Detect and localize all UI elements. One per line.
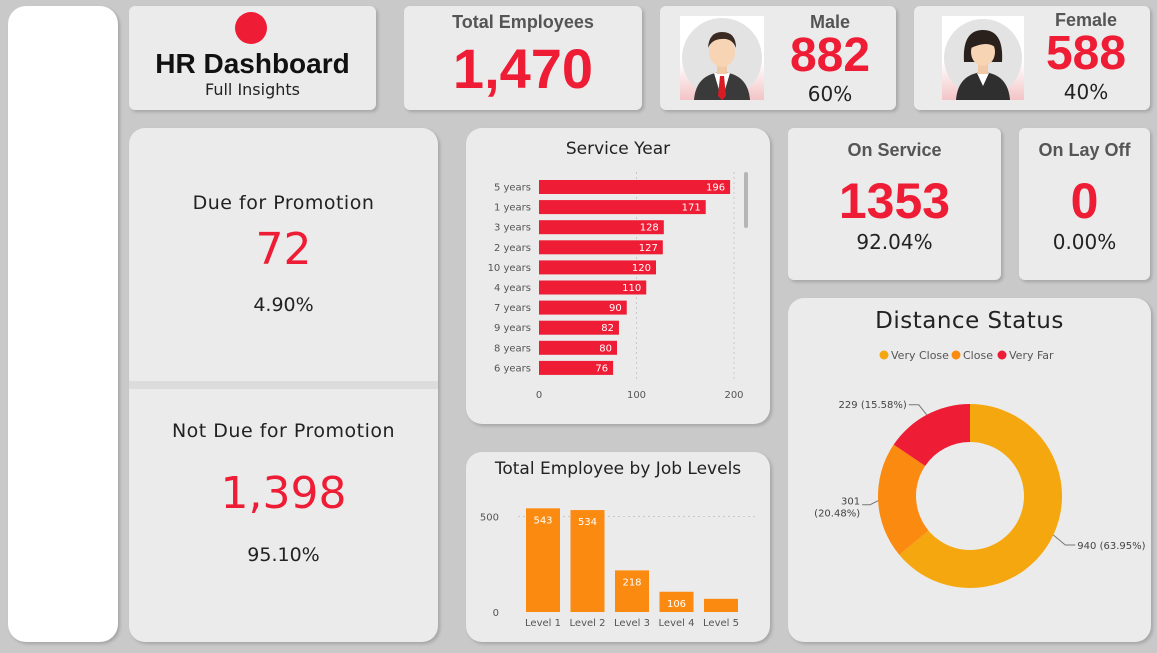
service-year-x-tick: 0 [536,390,542,401]
service-year-category-label: 3 years [494,223,531,234]
service-year-chart: 0 100 200 5 years 196 1 years 171 3 years 128 2 y… [488,172,744,401]
male-avatar-icon [680,16,764,100]
job-levels-category-label: Level 4 [659,618,695,629]
service-year-category-label: 8 years [494,343,531,354]
male-card: Male 882 60% [660,6,896,110]
left-panel [8,6,118,642]
distance-leader-line [862,500,879,506]
service-year-data-label: 76 [595,363,608,374]
service-year-data-label: 80 [599,343,612,354]
distance-slice-label: (20.48%) [814,509,860,520]
due-promotion-value: 72 [255,224,312,275]
service-year-data-label: 128 [640,223,659,234]
not-due-promotion-label: Not Due for Promotion [171,420,396,442]
service-year-category-label: 1 years [494,203,531,214]
title-card: HR Dashboard Full Insights [129,6,376,110]
job-levels-chart: 500 0 543 Level 1 534 Level 2 218 Level 3 106 Lev… [480,508,758,629]
service-year-category-label: 2 years [494,243,531,254]
distance-status-card: Distance Status Very Close Close Very Far 9… [788,298,1151,642]
on-layoff-pct: 0.00% [1052,230,1117,254]
not-due-promotion-value: 1,398 [220,468,347,519]
on-service-card: On Service 1353 92.04% [788,128,1001,280]
job-levels-category-label: Level 3 [614,618,650,629]
female-value: 588 [1045,27,1127,80]
distance-slice-label: 301 [841,497,860,508]
job-levels-data-label: 218 [622,577,641,588]
distance-leader-line [1052,534,1076,546]
distance-leader-line [908,404,928,416]
service-year-category-label: 4 years [494,283,531,294]
job-levels-data-label: 106 [667,599,686,610]
service-year-data-label: 127 [639,243,658,254]
on-service-value: 1353 [838,173,951,229]
due-promotion-label: Due for Promotion [192,192,375,214]
distance-legend-label[interactable]: Very Close [891,349,949,362]
distance-slice-label: 229 (15.58%) [839,400,907,411]
service-year-data-label: 90 [609,303,622,314]
distance-legend-label[interactable]: Close [963,349,993,362]
job-levels-data-label: 543 [533,515,552,526]
on-service-label: On Service [847,140,942,160]
job-levels-category-label: Level 1 [525,618,561,629]
distance-legend-marker [997,350,1007,360]
distance-slice-label: 940 (63.95%) [1077,541,1145,552]
service-year-x-tick: 100 [627,390,646,401]
job-levels-data-label: 534 [578,517,597,528]
dashboard-title: HR Dashboard [155,48,350,79]
distance-status-chart: Very Close Close Very Far 940 (63.95%) 301(2… [814,349,1146,588]
female-avatar-icon [942,16,1024,100]
on-layoff-card: On Lay Off 0 0.00% [1019,128,1150,280]
total-employees-card: Total Employees 1,470 [404,6,642,110]
total-employees-value: 1,470 [452,37,594,100]
not-due-promotion-pct: 95.10% [247,544,320,566]
dashboard-subtitle: Full Insights [205,80,300,99]
on-service-pct: 92.04% [856,230,933,254]
job-levels-y-tick: 0 [493,608,499,619]
service-year-data-label: 120 [632,263,651,274]
total-employees-label: Total Employees [452,12,594,32]
service-year-data-label: 110 [622,283,641,294]
female-pct: 40% [1063,80,1109,104]
service-year-category-label: 5 years [494,183,531,194]
service-year-data-label: 171 [682,203,701,214]
service-year-category-label: 6 years [494,363,531,374]
on-layoff-value: 0 [1070,173,1099,229]
service-year-category-label: 9 years [494,323,531,334]
service-year-x-tick: 200 [724,390,743,401]
due-promotion-pct: 4.90% [253,294,314,316]
service-year-data-label: 196 [706,183,725,194]
job-levels-category-label: Level 2 [570,618,606,629]
service-year-data-label: 82 [601,323,614,334]
job-levels-bar[interactable] [704,598,738,612]
job-levels-card: Total Employee by Job Levels 500 0 543 Leve… [466,452,770,642]
distance-legend-marker [951,350,961,360]
job-levels-y-tick: 500 [480,513,499,524]
on-layoff-label: On Lay Off [1038,140,1131,160]
female-card: Female 588 40% [914,6,1150,110]
service-year-bar[interactable] [539,180,731,194]
service-year-card: Service Year 0 100 200 5 years 196 1 years 171… [466,128,770,424]
service-year-category-label: 10 years [488,263,531,274]
distance-legend-label[interactable]: Very Far [1009,349,1054,362]
service-year-scrollbar[interactable] [744,172,748,228]
job-levels-category-label: Level 5 [703,618,739,629]
promotion-card: Due for Promotion 72 4.90% Not Due for P… [129,128,438,642]
promotion-divider [129,381,438,389]
distance-legend-marker [879,350,889,360]
logo-dot-icon [235,12,267,44]
male-pct: 60% [807,82,853,106]
service-year-category-label: 7 years [494,303,531,314]
male-value: 882 [789,29,871,82]
